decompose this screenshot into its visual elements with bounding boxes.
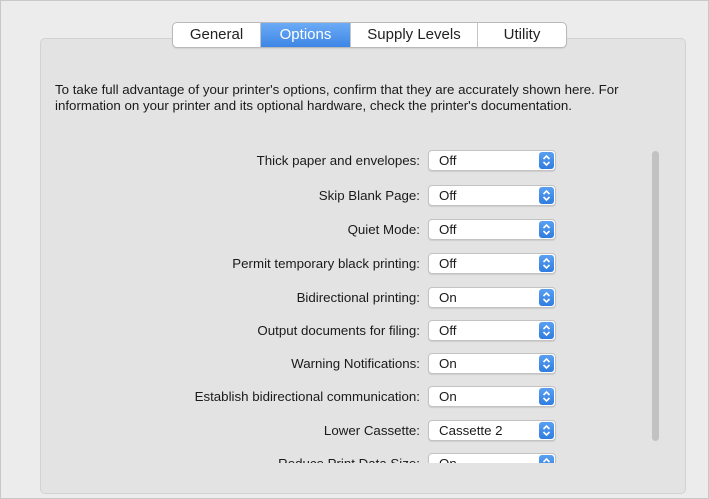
thick-paper-popup[interactable]: Off <box>428 150 556 171</box>
bidirectional-communication-popup[interactable]: On <box>428 386 556 407</box>
option-row: Thick paper and envelopes: Off <box>0 150 709 172</box>
option-row: Quiet Mode: Off <box>0 219 709 241</box>
popup-value: On <box>439 389 457 404</box>
option-row: Reduce Print Data Size: On <box>0 453 709 463</box>
lower-cassette-popup[interactable]: Cassette 2 <box>428 420 556 441</box>
option-label: Permit temporary black printing: <box>232 256 420 271</box>
option-label: Quiet Mode: <box>347 222 420 237</box>
temporary-black-popup[interactable]: Off <box>428 253 556 274</box>
popup-value: Off <box>439 256 457 271</box>
warning-notifications-popup[interactable]: On <box>428 353 556 374</box>
quiet-mode-popup[interactable]: Off <box>428 219 556 240</box>
option-row: Bidirectional printing: On <box>0 287 709 309</box>
popup-value: Off <box>439 153 457 168</box>
popup-value: Off <box>439 188 457 203</box>
option-label: Establish bidirectional communication: <box>194 389 420 404</box>
option-label: Bidirectional printing: <box>296 290 420 305</box>
option-row: Lower Cassette: Cassette 2 <box>0 420 709 442</box>
option-row: Skip Blank Page: Off <box>0 185 709 207</box>
option-row: Output documents for filing: Off <box>0 320 709 342</box>
up-down-chevron-icon <box>539 455 554 463</box>
tab-options[interactable]: Options <box>261 23 351 47</box>
tab-bar: General Options Supply Levels Utility <box>172 22 567 48</box>
tab-general[interactable]: General <box>173 23 261 47</box>
up-down-chevron-icon <box>539 255 554 272</box>
options-list: Thick paper and envelopes: Off Skip Blan… <box>0 148 709 463</box>
scrollbar-thumb[interactable] <box>652 151 659 441</box>
up-down-chevron-icon <box>539 355 554 372</box>
up-down-chevron-icon <box>539 388 554 405</box>
option-label: Thick paper and envelopes: <box>256 153 420 168</box>
option-row: Permit temporary black printing: Off <box>0 253 709 275</box>
up-down-chevron-icon <box>539 221 554 238</box>
reduce-print-data-popup[interactable]: On <box>428 453 556 463</box>
option-label: Lower Cassette: <box>323 423 420 438</box>
popup-value: Off <box>439 323 457 338</box>
tab-supply-levels[interactable]: Supply Levels <box>351 23 478 47</box>
skip-blank-page-popup[interactable]: Off <box>428 185 556 206</box>
up-down-chevron-icon <box>539 187 554 204</box>
option-label: Skip Blank Page: <box>318 188 420 203</box>
up-down-chevron-icon <box>539 322 554 339</box>
up-down-chevron-icon <box>539 289 554 306</box>
tab-utility[interactable]: Utility <box>478 23 566 47</box>
popup-value: Off <box>439 222 457 237</box>
popup-value: On <box>439 290 457 305</box>
option-label: Warning Notifications: <box>291 356 420 371</box>
option-row: Warning Notifications: On <box>0 353 709 375</box>
option-label: Reduce Print Data Size: <box>278 453 420 463</box>
option-row: Establish bidirectional communication: O… <box>0 386 709 408</box>
output-filing-popup[interactable]: Off <box>428 320 556 341</box>
up-down-chevron-icon <box>539 152 554 169</box>
popup-value: On <box>439 356 457 371</box>
bidirectional-printing-popup[interactable]: On <box>428 287 556 308</box>
popup-value: Cassette 2 <box>439 423 503 438</box>
option-label: Output documents for filing: <box>257 323 420 338</box>
intro-text: To take full advantage of your printer's… <box>55 82 619 113</box>
popup-value: On <box>439 454 457 463</box>
up-down-chevron-icon <box>539 422 554 439</box>
